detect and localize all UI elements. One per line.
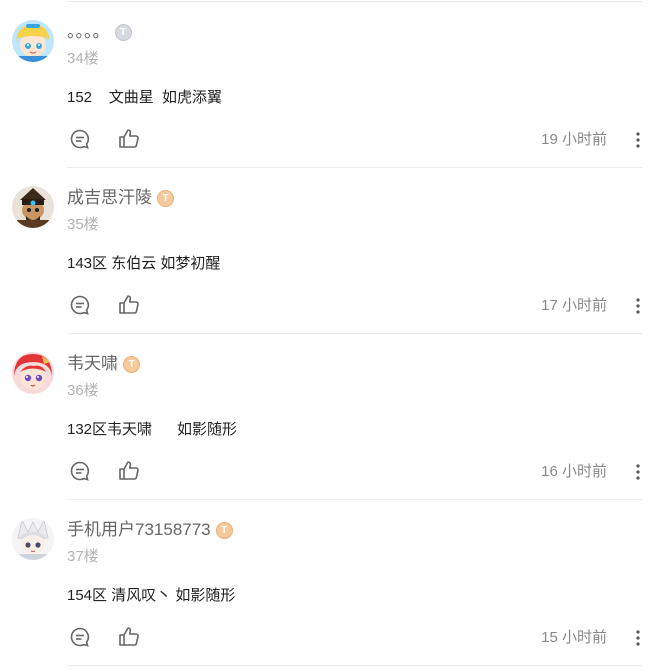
username[interactable]: 韦天啸 bbox=[67, 352, 118, 376]
username[interactable]: 手机用户73158773 bbox=[67, 518, 211, 542]
thumbs-up-icon bbox=[119, 295, 139, 314]
divider bbox=[67, 665, 642, 666]
comment-item: 韦天啸 36楼 132区韦天啸 如影随形 16 小时前 bbox=[0, 334, 666, 500]
level-badge-icon bbox=[157, 189, 174, 207]
more-options-button[interactable] bbox=[630, 626, 646, 650]
avatar[interactable] bbox=[12, 352, 54, 394]
floor-number: 34楼 bbox=[67, 50, 99, 67]
avatar[interactable] bbox=[12, 20, 54, 62]
level-badge-icon bbox=[215, 521, 233, 539]
user-row: 。。。。 bbox=[67, 20, 132, 44]
comment-text: 154区 清风叹丶 如影随形 bbox=[67, 587, 236, 604]
comment-text: 132区韦天啸 如影随形 bbox=[67, 421, 238, 438]
like-button[interactable] bbox=[117, 459, 141, 483]
comment-bubble-icon bbox=[70, 129, 90, 149]
post-time: 17 小时前 bbox=[541, 297, 607, 314]
floor-number: 36楼 bbox=[67, 382, 99, 399]
more-vertical-icon bbox=[636, 298, 640, 314]
thumbs-up-icon bbox=[119, 129, 139, 148]
more-vertical-icon bbox=[636, 630, 640, 646]
level-badge-icon bbox=[114, 23, 132, 41]
thumbs-up-icon bbox=[119, 461, 139, 480]
thumbs-up-icon bbox=[119, 627, 139, 646]
comment-item: 成吉思汗陵 35楼 143区 东伯云 如梦初醒 17 小时前 bbox=[0, 168, 666, 334]
comment-bubble-icon bbox=[70, 461, 90, 481]
reply-button[interactable] bbox=[68, 293, 92, 317]
floor-number: 37楼 bbox=[67, 548, 99, 565]
username[interactable]: 。。。。 bbox=[67, 20, 110, 44]
like-button[interactable] bbox=[117, 625, 141, 649]
user-row: 手机用户73158773 bbox=[67, 518, 233, 542]
avatar[interactable] bbox=[12, 186, 54, 228]
user-row: 成吉思汗陵 bbox=[67, 186, 174, 210]
more-options-button[interactable] bbox=[630, 294, 646, 318]
post-time: 15 小时前 bbox=[541, 629, 607, 646]
level-badge-icon bbox=[123, 355, 140, 373]
username[interactable]: 成吉思汗陵 bbox=[67, 186, 152, 210]
more-options-button[interactable] bbox=[630, 128, 646, 152]
more-options-button[interactable] bbox=[630, 460, 646, 484]
comment-text: 152 文曲星 如虎添翼 bbox=[67, 89, 223, 106]
comment-text: 143区 东伯云 如梦初醒 bbox=[67, 255, 221, 272]
more-vertical-icon bbox=[636, 464, 640, 480]
avatar[interactable] bbox=[12, 518, 54, 560]
comment-item: 。。。。 34楼 152 文曲星 如虎添翼 19 小时前 bbox=[0, 2, 666, 168]
reply-button[interactable] bbox=[68, 625, 92, 649]
comment-bubble-icon bbox=[70, 627, 90, 647]
user-row: 韦天啸 bbox=[67, 352, 140, 376]
like-button[interactable] bbox=[117, 293, 141, 317]
floor-number: 35楼 bbox=[67, 216, 99, 233]
reply-button[interactable] bbox=[68, 459, 92, 483]
post-time: 19 小时前 bbox=[541, 131, 607, 148]
comment-item: 手机用户73158773 37楼 154区 清风叹丶 如影随形 15 小时前 bbox=[0, 500, 666, 666]
reply-button[interactable] bbox=[68, 127, 92, 151]
like-button[interactable] bbox=[117, 127, 141, 151]
comment-bubble-icon bbox=[70, 295, 90, 315]
more-vertical-icon bbox=[636, 132, 640, 148]
post-time: 16 小时前 bbox=[541, 463, 607, 480]
